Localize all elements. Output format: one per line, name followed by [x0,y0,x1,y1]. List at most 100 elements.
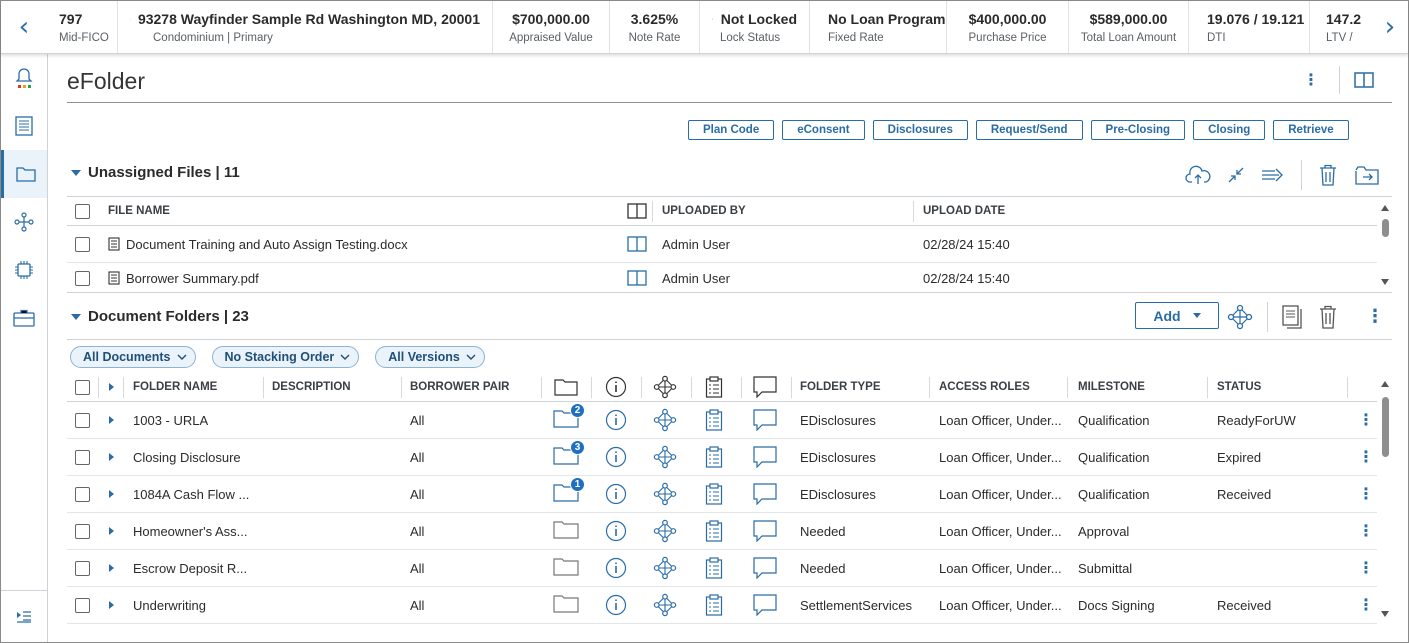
unassigned-scrollbar[interactable] [1379,201,1391,289]
folder-icon-wrap[interactable] [553,520,579,542]
workflow-icon[interactable] [653,519,677,543]
comment-icon[interactable] [753,483,777,505]
col-milestone[interactable]: MILESTONE [1078,373,1145,401]
row-checkbox[interactable] [75,486,90,502]
folder-move-icon[interactable] [1354,165,1380,185]
plan-code-button[interactable]: Plan Code [688,120,775,140]
clipboard-icon[interactable] [705,557,723,579]
filter-documents[interactable]: All Documents [70,346,196,368]
trash-icon[interactable] [1318,164,1338,186]
col-file-name[interactable]: FILE NAME [108,197,170,225]
col-folder-name[interactable]: FOLDER NAME [133,373,217,401]
table-row[interactable]: 1003 - URLA All 2 EDisclosures Loan Offi… [67,402,1377,439]
request-send-button[interactable]: Request/Send [975,120,1083,140]
select-all-checkbox[interactable] [75,203,90,219]
folder-name[interactable]: 1084A Cash Flow ... [133,476,261,512]
rail-tools[interactable] [1,294,47,342]
expand-all-icon[interactable] [109,383,114,391]
folder-name[interactable]: Homeowner's Ass... [133,513,261,549]
disclosures-button[interactable]: Disclosures [872,120,968,140]
comment-icon[interactable] [753,557,777,579]
row-more-options-icon[interactable]: ⋮ [1358,523,1374,539]
rail-efolder[interactable] [1,150,47,198]
comment-icon[interactable] [753,520,777,542]
folder-icon-wrap[interactable] [553,557,579,579]
expand-row-icon[interactable] [109,601,114,609]
filter-stacking-order[interactable]: No Stacking Order [211,346,360,368]
copy-documents-icon[interactable] [1282,305,1304,329]
split-view-icon[interactable] [627,203,647,219]
folder-icon-wrap[interactable]: 2 [553,403,585,431]
col-description[interactable]: DESCRIPTION [272,373,351,401]
folder-icon[interactable] [553,594,579,613]
expand-row-icon[interactable] [109,490,114,498]
scroll-up-icon[interactable] [1381,381,1389,387]
row-checkbox[interactable] [75,597,90,613]
scroll-up-icon[interactable] [1381,205,1389,211]
rail-expand[interactable] [1,590,47,642]
folder-name[interactable]: Underwriting [133,587,261,623]
workflow-icon[interactable] [653,445,677,469]
chevron-left-icon[interactable]: ‹ [1,1,47,53]
info-icon[interactable] [605,446,627,468]
table-row[interactable]: Document Training and Auto Assign Testin… [67,226,1377,263]
cloud-upload-icon[interactable] [1185,165,1211,185]
select-all-checkbox[interactable] [75,379,90,395]
folder-icon-wrap[interactable]: 1 [553,477,585,505]
row-checkbox[interactable] [75,449,90,465]
trash-icon[interactable] [1318,305,1338,329]
clipboard-icon[interactable] [705,483,723,505]
folder-icon[interactable] [553,520,579,539]
pre-closing-button[interactable]: Pre-Closing [1090,120,1186,140]
row-checkbox[interactable] [75,560,90,576]
folder-icon[interactable] [553,557,579,576]
split-view-icon[interactable] [1354,72,1374,88]
table-row[interactable]: Closing Disclosure All 3 EDisclosures Lo… [67,439,1377,476]
table-row[interactable]: Underwriting All SettlementServices Loan… [67,587,1377,624]
row-more-options-icon[interactable]: ⋮ [1358,597,1374,613]
row-checkbox[interactable] [75,412,90,428]
table-row[interactable]: Homeowner's Ass... All Needed Loan Offic… [67,513,1377,550]
folder-icon-wrap[interactable]: 3 [553,440,585,468]
split-view-icon[interactable] [627,270,647,286]
file-name[interactable]: Borrower Summary.pdf [126,271,259,286]
expand-row-icon[interactable] [109,416,114,424]
econsent-button[interactable]: eConsent [782,120,865,140]
rail-services[interactable] [1,246,47,294]
table-row[interactable]: 1084A Cash Flow ... All 1 EDisclosures L… [67,476,1377,513]
col-uploaded-by[interactable]: UPLOADED BY [662,197,746,225]
expand-row-icon[interactable] [109,527,114,535]
workflow-icon[interactable] [653,556,677,580]
scroll-thumb[interactable] [1382,219,1389,237]
info-icon[interactable] [605,557,627,579]
document-folders-header[interactable]: Document Folders | 23 [71,308,249,325]
col-borrower-pair[interactable]: BORROWER PAIR [410,373,509,401]
more-options-icon[interactable]: ⋮ [1366,308,1384,326]
collapse-arrows-icon[interactable] [1227,166,1245,184]
col-folder-type[interactable]: FOLDER TYPE [800,373,881,401]
rail-workflow[interactable] [1,198,47,246]
info-icon[interactable] [605,594,627,616]
add-button[interactable]: Add [1135,302,1219,329]
file-name-cell[interactable]: Document Training and Auto Assign Testin… [108,226,408,262]
comment-icon[interactable] [753,409,777,431]
folder-icon-wrap[interactable] [553,594,579,616]
folders-scrollbar[interactable] [1379,377,1391,621]
chevron-right-icon[interactable]: › [1372,1,1408,53]
row-more-options-icon[interactable]: ⋮ [1358,412,1374,428]
move-right-icon[interactable] [1261,166,1285,184]
col-status[interactable]: STATUS [1217,373,1261,401]
table-row[interactable]: Escrow Deposit R... All Needed Loan Offi… [67,550,1377,587]
clipboard-icon[interactable] [705,594,723,616]
clipboard-icon[interactable] [705,446,723,468]
expand-row-icon[interactable] [109,453,114,461]
clipboard-icon[interactable] [705,520,723,542]
filter-versions[interactable]: All Versions [375,346,485,368]
row-more-options-icon[interactable]: ⋮ [1358,560,1374,576]
comment-icon[interactable] [753,446,777,468]
info-icon[interactable] [605,483,627,505]
info-icon[interactable] [605,409,627,431]
comment-icon[interactable] [753,594,777,616]
row-more-options-icon[interactable]: ⋮ [1358,449,1374,465]
workflow-icon[interactable] [653,408,677,432]
